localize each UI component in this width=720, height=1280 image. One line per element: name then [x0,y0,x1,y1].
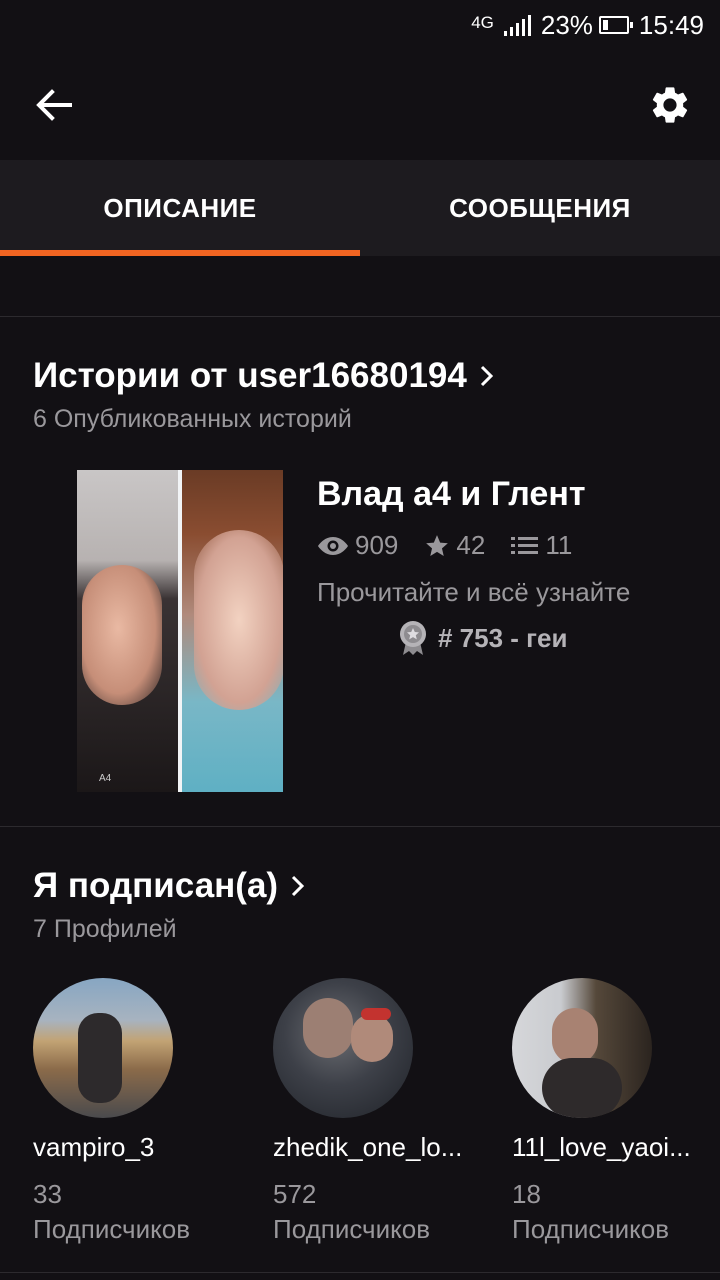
status-bar: 4G 23% 15:49 [0,0,720,50]
ranking-badge-icon [398,620,428,656]
tab-bar: ОПИСАНИЕ СООБЩЕНИЯ [0,160,720,256]
profile-name: vampiro_3 [33,1132,155,1162]
tab-description-label: ОПИСАНИЕ [103,192,257,223]
follower-label: Подписчиков [33,1214,191,1244]
profile-card[interactable]: 11l_love_yaoi... 18 Подписчиков [512,978,712,1245]
profile-card[interactable]: vampiro_3 33 Подписчиков [33,978,233,1245]
avatar[interactable] [33,978,173,1118]
follower-label: Подписчиков [512,1214,670,1244]
stories-subtitle: 6 Опубликованных историй [33,405,352,433]
clock: 15:49 [638,9,704,40]
cover-face-right [194,530,283,710]
story-description: Прочитайте и всё узнайте [317,577,631,607]
cover-left-photo: A4 [77,470,178,792]
follower-count: 572 [273,1179,317,1209]
following-title: Я подписан(а) [33,866,279,905]
story-cover-image[interactable]: A4 [77,470,283,792]
avatar[interactable] [273,978,413,1118]
divider [0,826,720,827]
profile-name: 11l_love_yaoi... [512,1132,691,1162]
votes-count: 42 [456,530,486,560]
following-subtitle: 7 Профилей [33,915,177,943]
views-count: 909 [355,530,399,560]
app-bar [0,50,720,160]
parts-count: 11 [545,530,573,560]
gear-icon[interactable] [648,83,692,127]
divider [0,316,720,317]
star-icon [424,533,450,559]
chevron-right-icon [479,364,495,388]
cover-caption: A4 [99,773,112,784]
story-stats: 909 42 11 [317,530,572,561]
tab-messages-label: СООБЩЕНИЯ [449,192,631,223]
stories-section-header[interactable]: Истории от user16680194 [33,356,495,396]
tab-description[interactable]: ОПИСАНИЕ [0,160,360,256]
cover-right-photo [182,470,283,792]
chevron-right-icon [290,874,306,898]
avatar[interactable] [512,978,652,1118]
eye-icon [317,535,349,557]
profile-name: zhedik_one_lo... [273,1132,463,1162]
follower-label: Подписчиков [273,1214,431,1244]
battery-icon [598,16,633,34]
follower-count: 33 [33,1179,62,1209]
signal-bars-icon [503,14,531,36]
cover-face-left [82,565,162,705]
network-type: 4G [471,13,494,32]
profile-card[interactable]: zhedik_one_lo... 572 Подписчиков [273,978,473,1245]
story-title[interactable]: Влад а4 и Глент [317,475,586,514]
rank-label: # 753 - геи [438,622,568,653]
following-section-header[interactable]: Я подписан(а) [33,866,306,906]
tab-messages[interactable]: СООБЩЕНИЯ [360,160,720,256]
battery-percent: 23% [540,9,593,40]
stories-title: Истории от user16680194 [33,356,467,395]
arrow-left-icon[interactable] [34,85,74,125]
story-rank: # 753 - геи [398,620,567,656]
divider [0,1272,720,1273]
list-icon [511,535,539,557]
follower-count: 18 [512,1179,541,1209]
